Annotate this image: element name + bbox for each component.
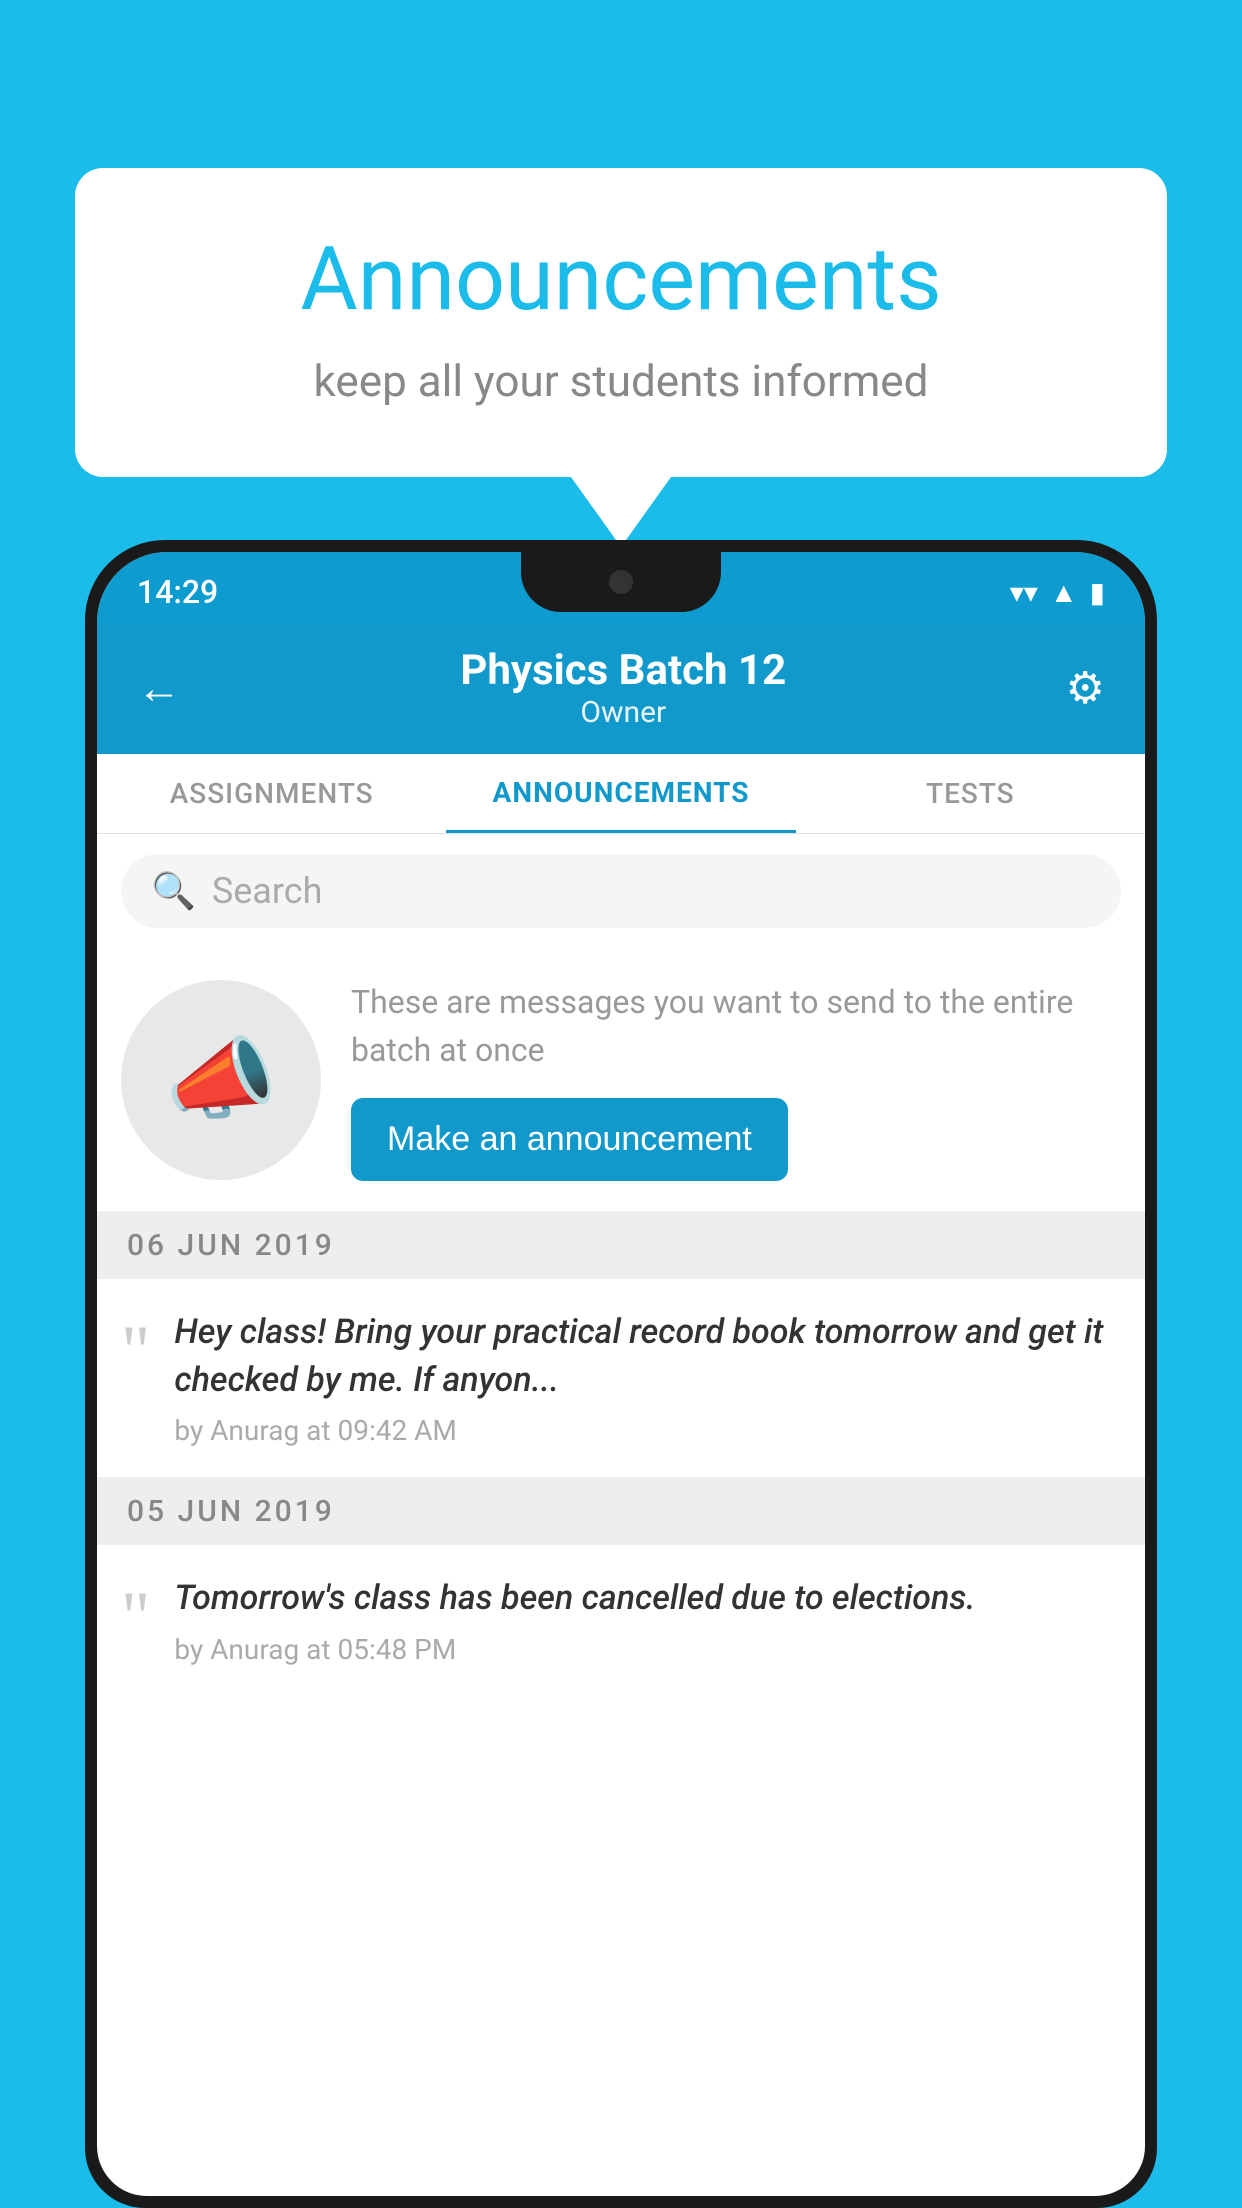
search-input[interactable]: Search — [212, 870, 323, 912]
status-time: 14:29 — [137, 573, 218, 611]
app-header: ← Physics Batch 12 Owner ⚙ — [97, 622, 1145, 754]
make-announcement-button[interactable]: Make an announcement — [351, 1098, 788, 1181]
announcement-intro-text: These are messages you want to send to t… — [351, 978, 1121, 1181]
phone-inner: 14:29 ▾▾ ▲ ▮ ← Physics Batch 12 Owner ⚙ … — [97, 552, 1145, 2196]
announcement-text-2: Tomorrow's class has been cancelled due … — [174, 1575, 1121, 1623]
tabs-bar: ASSIGNMENTS ANNOUNCEMENTS TESTS — [97, 754, 1145, 834]
megaphone-icon: 📣 — [165, 1027, 277, 1132]
back-button[interactable]: ← — [137, 662, 181, 714]
wifi-icon: ▾▾ — [1010, 576, 1038, 609]
announcement-intro-desc: These are messages you want to send to t… — [351, 978, 1121, 1074]
announcement-text-1: Hey class! Bring your practical record b… — [174, 1309, 1121, 1404]
announcement-item-1[interactable]: " Hey class! Bring your practical record… — [97, 1279, 1145, 1478]
quote-icon-2: " — [121, 1581, 150, 1653]
search-icon: 🔍 — [151, 870, 196, 912]
status-icons: ▾▾ ▲ ▮ — [1010, 576, 1105, 609]
announcement-meta-2: by Anurag at 05:48 PM — [174, 1633, 1121, 1666]
speech-bubble: Announcements keep all your students inf… — [75, 168, 1167, 477]
speech-bubble-subtitle: keep all your students informed — [135, 355, 1107, 407]
speech-bubble-arrow — [571, 477, 671, 547]
header-title: Physics Batch 12 — [181, 646, 1066, 695]
tab-announcements[interactable]: ANNOUNCEMENTS — [446, 754, 795, 833]
announcement-intro-card: 📣 These are messages you want to send to… — [97, 948, 1145, 1212]
header-subtitle: Owner — [181, 695, 1066, 730]
search-container: 🔍 Search — [97, 834, 1145, 948]
date-separator-1: 06 JUN 2019 — [97, 1212, 1145, 1279]
search-bar[interactable]: 🔍 Search — [121, 854, 1121, 928]
date-separator-2: 05 JUN 2019 — [97, 1478, 1145, 1545]
speech-bubble-container: Announcements keep all your students inf… — [75, 168, 1167, 547]
header-title-block: Physics Batch 12 Owner — [181, 646, 1066, 730]
announcement-meta-1: by Anurag at 09:42 AM — [174, 1414, 1121, 1447]
settings-icon[interactable]: ⚙ — [1066, 662, 1105, 714]
megaphone-circle: 📣 — [121, 980, 321, 1180]
signal-icon: ▲ — [1050, 576, 1078, 609]
announcement-content-2: Tomorrow's class has been cancelled due … — [174, 1575, 1121, 1666]
notch-camera — [609, 570, 633, 594]
phone-frame: 14:29 ▾▾ ▲ ▮ ← Physics Batch 12 Owner ⚙ … — [85, 540, 1157, 2208]
tab-tests[interactable]: TESTS — [796, 754, 1145, 833]
announcement-content-1: Hey class! Bring your practical record b… — [174, 1309, 1121, 1447]
notch — [521, 552, 721, 612]
announcement-item-2[interactable]: " Tomorrow's class has been cancelled du… — [97, 1545, 1145, 1696]
tab-assignments[interactable]: ASSIGNMENTS — [97, 754, 446, 833]
speech-bubble-title: Announcements — [135, 228, 1107, 331]
battery-icon: ▮ — [1090, 576, 1105, 609]
quote-icon-1: " — [121, 1315, 150, 1387]
